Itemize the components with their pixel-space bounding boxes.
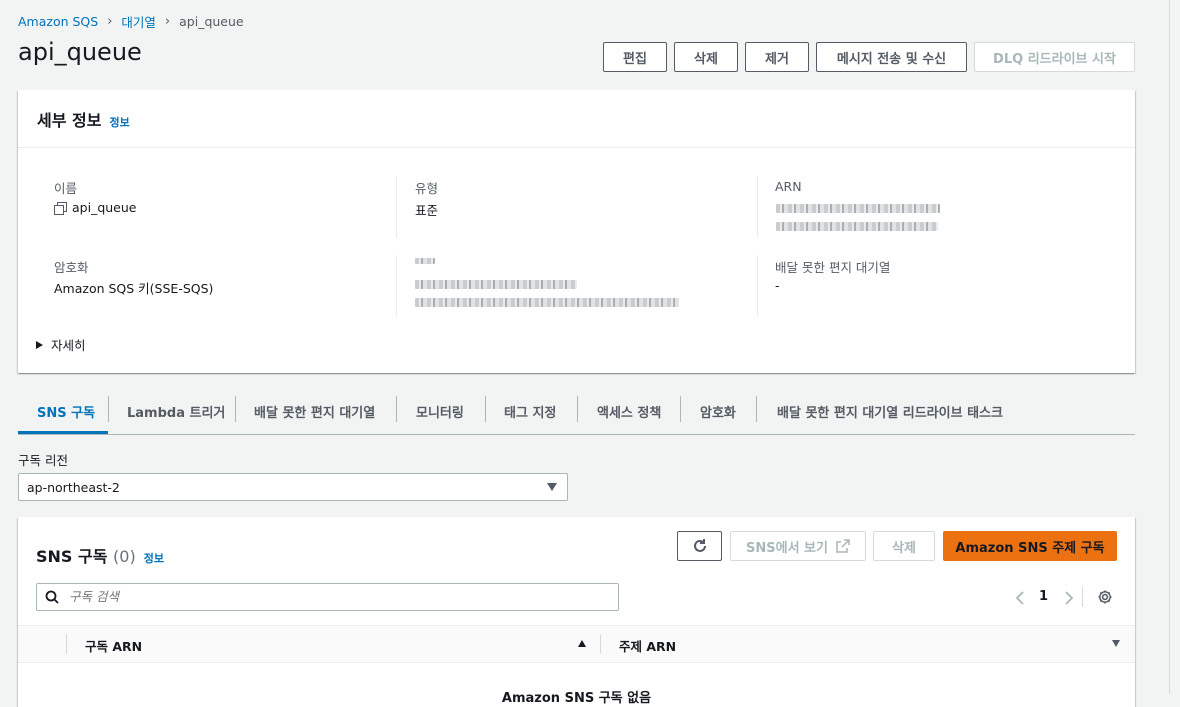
dlq-value: -: [775, 278, 780, 293]
search-icon: [45, 590, 59, 604]
encryption-value: Amazon SQS 키(SSE-SQS): [54, 281, 214, 296]
empty-state-text: Amazon SNS 구독 없음: [501, 691, 652, 706]
subscriptions-table-header: 구독 ARN 주제 ARN: [18, 625, 1135, 663]
tab-separator: [680, 396, 681, 422]
settings-gear-icon[interactable]: [1097, 589, 1113, 605]
pagination-divider: [1082, 587, 1083, 607]
subscription-arn-column-header[interactable]: 구독 ARN: [85, 636, 142, 655]
caret-right-icon: [36, 340, 43, 349]
caret-down-icon: [547, 483, 557, 491]
column-divider: [757, 255, 758, 317]
copy-icon[interactable]: [54, 201, 67, 215]
chevron-right-icon: ›: [164, 13, 171, 29]
chevron-right-icon[interactable]: [1064, 590, 1074, 606]
dlq-label: 배달 못한 편지 대기열: [775, 260, 891, 275]
page-title: api_queue: [18, 38, 142, 66]
edit-button[interactable]: 편집: [603, 42, 667, 72]
details-panel: 세부 정보 정보 이름 api_queue 유형 표준 ARN 암호화 Amazo…: [18, 90, 1135, 373]
tab-separator: [396, 396, 397, 422]
column-divider: [757, 176, 758, 238]
redacted-arn-line-2: [776, 222, 938, 231]
encryption-label: 암호화: [54, 260, 89, 275]
redacted-url-line-2: [415, 298, 679, 307]
subscribe-to-sns-topic-button[interactable]: Amazon SNS 주제 구독: [943, 531, 1117, 561]
redacted-label: [415, 258, 435, 264]
sns-heading: SNS 구독 (0) 정보: [36, 543, 164, 567]
type-label: 유형: [415, 181, 439, 196]
breadcrumb-amazon-sqs[interactable]: Amazon SQS: [18, 14, 98, 29]
details-heading: 세부 정보 정보: [37, 107, 130, 131]
sns-info-link[interactable]: 정보: [144, 552, 164, 565]
purge-button[interactable]: 제거: [745, 42, 809, 72]
breadcrumb-queues[interactable]: 대기열: [121, 12, 156, 31]
tab-separator: [577, 396, 578, 422]
send-receive-button[interactable]: 메시지 전송 및 수신: [816, 42, 967, 72]
sns-subscriptions-panel: SNS 구독 (0) 정보 SNS에서 보기 삭제 Amazon SNS 주제 구…: [18, 517, 1135, 707]
tab-lambda-triggers[interactable]: Lambda 트리거: [127, 388, 225, 434]
redacted-url-line-1: [415, 280, 577, 289]
tab-dead-letter-queue[interactable]: 배달 못한 편지 대기열: [254, 388, 375, 434]
chevron-right-icon: ›: [107, 13, 113, 29]
more-details-toggle[interactable]: 자세히: [36, 335, 86, 354]
arn-label: ARN: [775, 179, 802, 194]
refresh-button[interactable]: [677, 531, 722, 561]
tab-encryption[interactable]: 암호화: [700, 388, 736, 434]
active-tab-underline: [18, 431, 108, 434]
tab-tagging[interactable]: 태그 지정: [504, 388, 556, 434]
tab-sns-subscriptions[interactable]: SNS 구독: [37, 388, 95, 434]
page-right-border: [1169, 0, 1170, 694]
sns-count: (0): [113, 547, 136, 566]
details-info-link[interactable]: 정보: [109, 116, 129, 129]
delete-subscription-button[interactable]: 삭제: [873, 531, 935, 561]
sort-ascending-icon[interactable]: [578, 640, 586, 647]
chevron-left-icon[interactable]: [1015, 590, 1025, 606]
breadcrumb: Amazon SQS › 대기열 › api_queue: [18, 12, 244, 30]
name-value-text: api_queue: [72, 200, 137, 215]
tab-separator: [485, 396, 486, 422]
breadcrumb-current: api_queue: [179, 13, 244, 29]
name-value: api_queue: [54, 200, 136, 215]
subscription-search-input[interactable]: [67, 588, 571, 605]
tab-monitoring[interactable]: 모니터링: [416, 388, 464, 434]
type-value: 표준: [415, 203, 439, 218]
tab-bar: SNS 구독 Lambda 트리거 배달 못한 편지 대기열 모니터링 태그 지…: [18, 388, 1135, 435]
column-divider: [600, 634, 601, 654]
name-label: 이름: [54, 181, 78, 196]
tab-dlq-redrive-tasks[interactable]: 배달 못한 편지 대기열 리드라이브 태스크: [777, 388, 1003, 434]
refresh-icon: [693, 539, 706, 552]
details-heading-text: 세부 정보: [37, 111, 102, 130]
tab-separator: [108, 396, 109, 422]
region-label: 구독 리전: [18, 453, 68, 468]
more-details-label: 자세히: [51, 338, 86, 353]
subscription-search-box[interactable]: [36, 583, 619, 611]
tab-separator: [235, 396, 236, 422]
view-in-sns-button[interactable]: SNS에서 보기: [730, 531, 866, 561]
topic-arn-column-header[interactable]: 주제 ARN: [619, 636, 676, 655]
sns-heading-text: SNS 구독: [36, 547, 108, 566]
tab-access-policy[interactable]: 액세스 정책: [597, 388, 661, 434]
page-number[interactable]: 1: [1039, 589, 1048, 604]
redacted-arn-line-1: [776, 204, 940, 213]
dlq-redrive-button[interactable]: DLQ 리드라이브 시작: [974, 42, 1135, 72]
tab-separator: [756, 396, 757, 422]
column-divider: [396, 255, 397, 317]
delete-button[interactable]: 삭제: [674, 42, 738, 72]
region-select-value: ap-northeast-2: [27, 479, 120, 495]
view-in-sns-label: SNS에서 보기: [746, 540, 828, 556]
sort-descending-icon[interactable]: [1112, 640, 1120, 647]
column-divider: [66, 634, 67, 654]
region-select[interactable]: ap-northeast-2: [18, 473, 568, 501]
column-divider: [396, 176, 397, 238]
details-panel-header: 세부 정보 정보: [18, 90, 1135, 148]
external-link-icon: [836, 539, 850, 553]
